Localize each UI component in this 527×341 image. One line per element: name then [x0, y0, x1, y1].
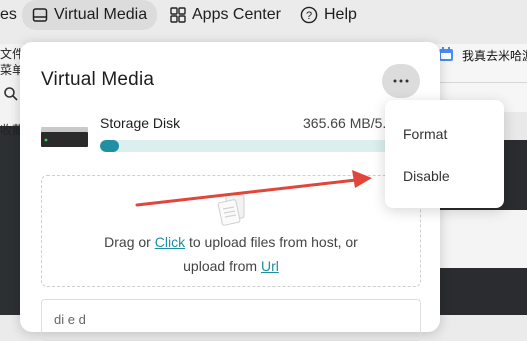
drive-icon — [32, 7, 48, 23]
disk-name: Storage Disk — [100, 115, 181, 131]
url-upload-link[interactable]: Url — [261, 258, 279, 274]
more-options-button[interactable] — [382, 64, 420, 98]
disk-size: 365.66 MB/5. — [303, 115, 387, 131]
apps-grid-icon — [170, 7, 186, 23]
svg-text:?: ? — [306, 10, 312, 22]
virtual-media-panel: Virtual Media Storage Disk 365.66 MB/5. … — [20, 42, 440, 341]
nav-item-help[interactable]: ? Help — [300, 0, 357, 30]
remote-window-title: 我真去米哈游 — [462, 49, 527, 63]
dropzone-line-2: upload from Url — [42, 258, 420, 274]
remote-panel-fragment — [433, 210, 527, 268]
nav-apps-center-label: Apps Center — [192, 6, 281, 23]
dropzone-text-drag: Drag or — [104, 234, 155, 250]
top-navigation: es Virtual Media Apps Center ? Help — [0, 0, 527, 30]
ellipsis-icon — [393, 79, 409, 83]
dropzone-text-host: to upload files from host, or — [185, 234, 358, 250]
upload-dropzone[interactable]: Drag or Click to upload files from host,… — [41, 175, 421, 287]
panel-title: Virtual Media — [41, 69, 155, 90]
nav-item-partial[interactable]: es — [0, 0, 17, 30]
remote-search-icon — [4, 87, 18, 101]
nav-item-apps-center[interactable]: Apps Center — [170, 0, 281, 30]
media-list-item[interactable]: di e d — [41, 299, 421, 341]
menu-item-disable[interactable]: Disable — [403, 168, 450, 184]
hard-disk-icon — [41, 127, 88, 147]
dropzone-text-upload-from: upload from — [183, 258, 261, 274]
media-list-item-text: di e d — [54, 312, 86, 327]
menu-item-format[interactable]: Format — [403, 126, 447, 142]
disk-usage-bar — [100, 140, 410, 152]
nav-item-partial-label: es — [0, 6, 17, 23]
nav-item-virtual-media[interactable]: Virtual Media — [22, 0, 158, 30]
help-circle-icon: ? — [300, 6, 318, 24]
disk-usage-fill — [100, 140, 119, 152]
nav-help-label: Help — [324, 6, 357, 23]
calendar-icon — [439, 47, 453, 61]
click-upload-link[interactable]: Click — [155, 234, 185, 250]
upload-file-icon — [217, 194, 245, 226]
more-options-menu: Format Disable — [385, 100, 504, 208]
nav-virtual-media-label: Virtual Media — [54, 6, 148, 23]
dropzone-line-1: Drag or Click to upload files from host,… — [42, 234, 420, 250]
